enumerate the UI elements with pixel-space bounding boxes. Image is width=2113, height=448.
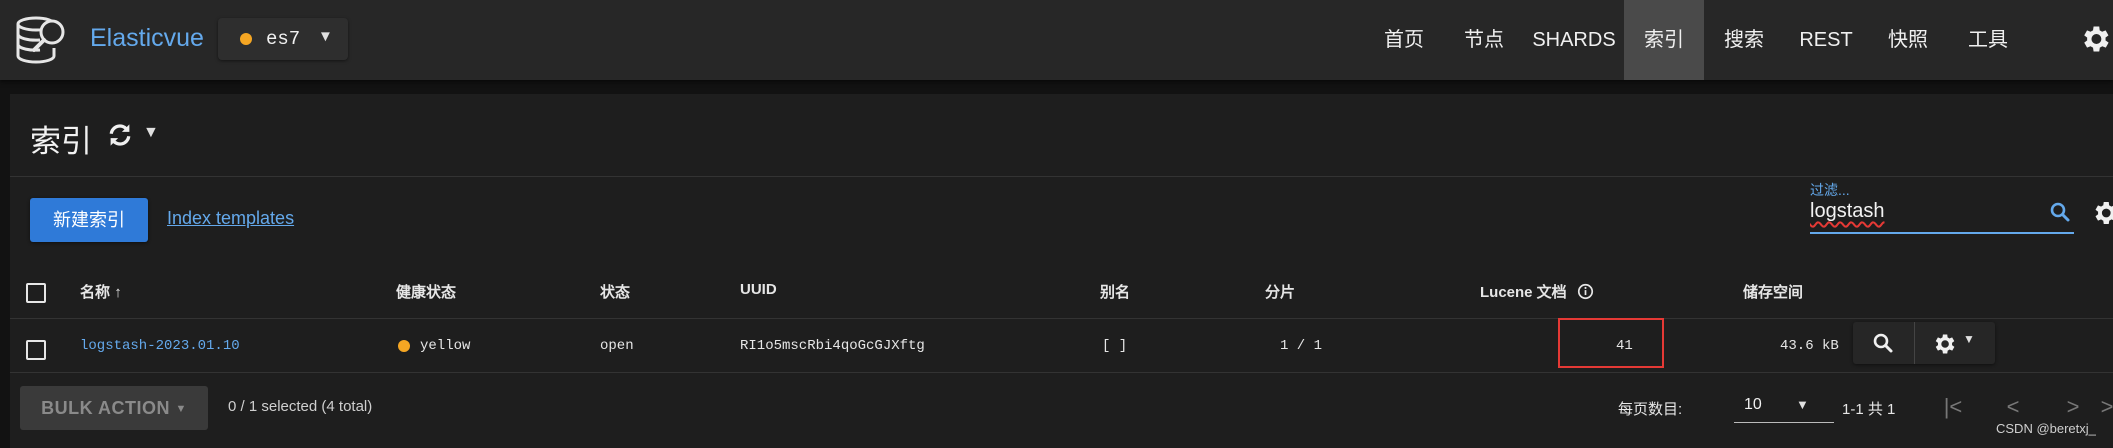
- nav-tools[interactable]: 工具: [1948, 0, 2028, 80]
- next-page-icon[interactable]: >: [2060, 394, 2086, 420]
- table-body-divider: [10, 372, 2113, 373]
- nav-indices[interactable]: 索引: [1624, 0, 1704, 80]
- last-page-icon[interactable]: >: [2094, 394, 2113, 420]
- gear-icon[interactable]: [2078, 22, 2112, 56]
- app-brand[interactable]: Elasticvue: [90, 24, 204, 53]
- table-header-divider: [10, 318, 2113, 319]
- cluster-name: es7: [266, 28, 301, 50]
- refresh-icon[interactable]: [103, 120, 137, 150]
- col-status[interactable]: 状态: [600, 281, 630, 302]
- index-templates-link[interactable]: Index templates: [167, 208, 294, 229]
- filter-underline: [1810, 232, 2074, 234]
- docs-value: 41: [1616, 338, 1633, 354]
- chevron-down-icon[interactable]: ▼: [143, 124, 159, 142]
- cluster-selector[interactable]: es7 ▼: [218, 18, 348, 60]
- col-docs[interactable]: Lucene 文档: [1480, 281, 1594, 302]
- gear-icon[interactable]: [1931, 331, 1957, 357]
- cluster-status-dot: [240, 33, 252, 45]
- aliases-value: [ ]: [1102, 338, 1128, 354]
- nav-home[interactable]: 首页: [1364, 0, 1444, 80]
- nav-snapshots[interactable]: 快照: [1868, 0, 1948, 80]
- shards-value: 1 / 1: [1280, 338, 1323, 354]
- actions-separator: [1914, 322, 1915, 364]
- storage-value: 43.6 kB: [1780, 338, 1839, 354]
- bulk-action-button[interactable]: BULK ACTION ▼: [20, 386, 208, 430]
- bulk-action-label: BULK ACTION: [41, 398, 170, 418]
- col-health[interactable]: 健康状态: [396, 281, 456, 302]
- rows-per-page-value: 10: [1744, 396, 1762, 413]
- page-range: 1-1 共 1: [1842, 401, 1896, 418]
- index-name-link[interactable]: logstash-2023.01.10: [80, 338, 240, 354]
- nav-nodes[interactable]: 节点: [1444, 0, 1524, 80]
- chevron-down-icon: ▼: [175, 403, 187, 415]
- first-page-icon[interactable]: |<: [1940, 394, 1966, 420]
- rows-per-page-label: 每页数目:: [1618, 401, 1683, 418]
- status-value: open: [600, 338, 634, 354]
- page-title: 索引: [30, 124, 92, 159]
- chevron-down-icon: ▼: [318, 28, 333, 45]
- logo-icon[interactable]: [14, 10, 74, 70]
- search-icon[interactable]: [2048, 200, 2072, 224]
- row-checkbox[interactable]: [26, 340, 46, 360]
- select-all-checkbox[interactable]: [26, 283, 46, 303]
- search-icon[interactable]: [1871, 331, 1895, 355]
- uuid-value: RI1o5mscRbi4qoGcGJXftg: [740, 338, 925, 354]
- prev-page-icon[interactable]: <: [2000, 394, 2026, 420]
- col-docs-label: Lucene 文档: [1480, 284, 1567, 301]
- col-name[interactable]: 名称 ↑: [80, 281, 122, 302]
- nav-rest[interactable]: REST: [1784, 0, 1868, 80]
- new-index-button[interactable]: 新建索引: [30, 198, 148, 242]
- row-actions: ▼: [1853, 322, 1995, 364]
- info-icon[interactable]: [1577, 283, 1594, 300]
- filter-label: 过滤...: [1810, 182, 1850, 198]
- selection-summary: 0 / 1 selected (4 total): [228, 398, 373, 415]
- app-bar: Elasticvue es7 ▼ 首页 节点 SHARDS 索引 搜索 REST…: [0, 0, 2113, 80]
- col-storage[interactable]: 储存空间: [1743, 281, 1803, 302]
- col-shards[interactable]: 分片: [1265, 281, 1295, 302]
- sort-asc-icon: ↑: [114, 284, 122, 301]
- nav-search[interactable]: 搜索: [1704, 0, 1784, 80]
- chevron-down-icon: ▼: [1796, 397, 1809, 412]
- watermark: CSDN @beretxj_: [1996, 421, 2096, 436]
- nav-shards[interactable]: SHARDS: [1524, 0, 1624, 80]
- filter-field[interactable]: 过滤... logstash: [1810, 180, 2074, 236]
- indices-card: 索引 ▼ 新建索引 Index templates 过滤... logstash…: [10, 94, 2113, 448]
- health-value: yellow: [420, 338, 471, 354]
- col-uuid[interactable]: UUID: [740, 281, 777, 298]
- col-name-label: 名称: [80, 284, 111, 301]
- docs-highlight-box: [1558, 318, 1664, 368]
- divider: [10, 176, 2113, 177]
- filter-input[interactable]: logstash: [1810, 200, 1885, 223]
- col-aliases[interactable]: 别名: [1100, 281, 1130, 302]
- health-status-dot: [398, 340, 410, 352]
- gear-icon[interactable]: [2090, 198, 2113, 228]
- rows-per-page-select[interactable]: 10 ▼: [1734, 388, 1834, 423]
- chevron-down-icon[interactable]: ▼: [1963, 332, 1975, 346]
- main-nav: 首页 节点 SHARDS 索引 搜索 REST 快照 工具: [1364, 0, 2028, 80]
